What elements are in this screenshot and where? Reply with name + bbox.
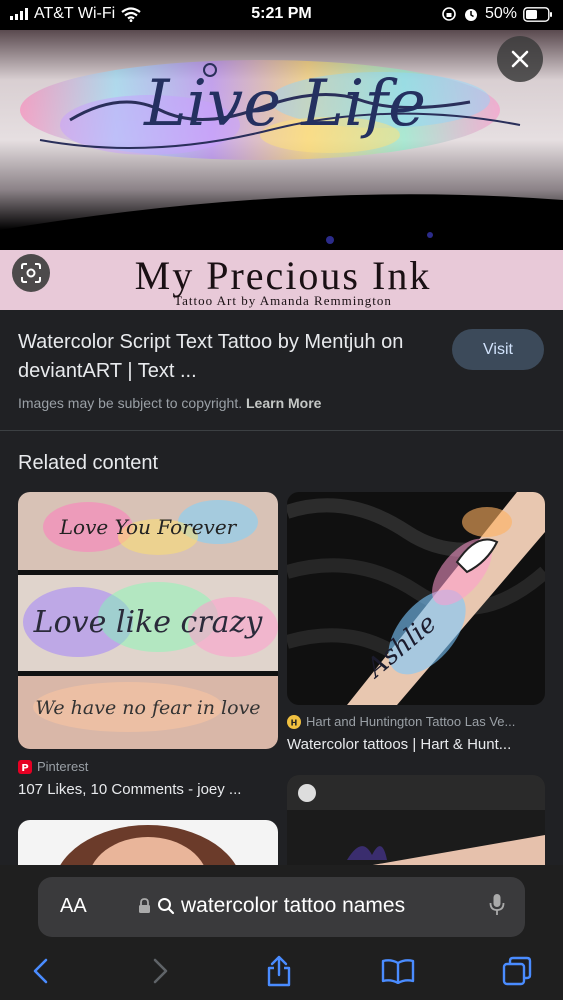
svg-text:H: H (291, 718, 298, 727)
learn-more-link[interactable]: Learn More (246, 395, 321, 411)
bookmarks-button[interactable] (378, 951, 418, 991)
card-image-text: Love like crazy (33, 605, 264, 640)
browser-toolbar: AA watercolor tattoo names (0, 865, 563, 1000)
visit-button[interactable]: Visit (452, 329, 544, 370)
lens-icon (21, 263, 41, 283)
preview-image[interactable]: Live Life My Precious Ink Tattoo Art by … (0, 30, 563, 310)
related-card-image[interactable]: Ashlie (287, 492, 545, 705)
battery-icon (523, 6, 552, 22)
back-icon (33, 958, 48, 984)
divider (0, 430, 563, 431)
forward-button[interactable] (141, 951, 181, 991)
card-source-label: Pinterest (37, 759, 89, 774)
status-bar: AT&T Wi-Fi 5:21 PM 50% (0, 0, 563, 30)
share-icon (267, 955, 291, 987)
address-bar[interactable]: AA watercolor tattoo names (38, 877, 525, 937)
card-source[interactable]: P Pinterest (18, 759, 278, 774)
related-heading: Related content (18, 452, 159, 474)
bookmarks-icon (381, 959, 415, 984)
copyright-text: Images may be subject to copyright. (18, 395, 243, 411)
pinterest-icon: P (18, 759, 32, 774)
search-icon (158, 898, 175, 915)
mic-button[interactable] (489, 893, 505, 922)
result-title[interactable]: Watercolor Script Text Tattoo by Mentjuh… (18, 328, 438, 386)
mic-icon (489, 894, 505, 915)
battery-percent: 50% (484, 5, 517, 22)
tabs-button[interactable] (497, 951, 537, 991)
card-image-text: Love You Forever (59, 515, 238, 539)
related-card-image[interactable]: Love You Forever Love like crazy We have… (18, 492, 278, 749)
card-caption[interactable]: 107 Likes, 10 Comments - joey ... (18, 781, 278, 798)
forward-icon (153, 958, 168, 984)
card-source[interactable]: H Hart and Huntington Tattoo Las Ve... (287, 714, 545, 729)
copyright-notice: Images may be subject to copyright. Lear… (18, 395, 321, 411)
back-button[interactable] (20, 951, 60, 991)
lens-button[interactable] (12, 254, 50, 292)
reader-settings-button[interactable]: AA (60, 895, 87, 918)
address-content: watercolor tattoo names (138, 894, 405, 918)
card-caption[interactable]: Watercolor tattoos | Hart & Hunt... (287, 736, 545, 753)
card-image-text: We have no fear in love (35, 697, 260, 719)
hart-huntington-icon: H (287, 714, 301, 729)
close-icon (511, 50, 529, 68)
lock-icon (139, 898, 150, 913)
tabs-icon (502, 956, 532, 986)
svg-text:P: P (21, 763, 28, 774)
orientation-lock-icon (442, 7, 456, 21)
tattoo-text: Live Life (143, 67, 426, 141)
watermark-title: My Precious Ink (135, 253, 432, 298)
card-source-label: Hart and Huntington Tattoo Las Ve... (306, 714, 516, 729)
share-button[interactable] (259, 951, 299, 991)
close-button[interactable] (497, 36, 543, 82)
url-text: watercolor tattoo names (181, 894, 406, 917)
alarm-icon (464, 9, 477, 21)
watermark-subtitle: Tattoo Art by Amanda Remmington (174, 293, 392, 308)
